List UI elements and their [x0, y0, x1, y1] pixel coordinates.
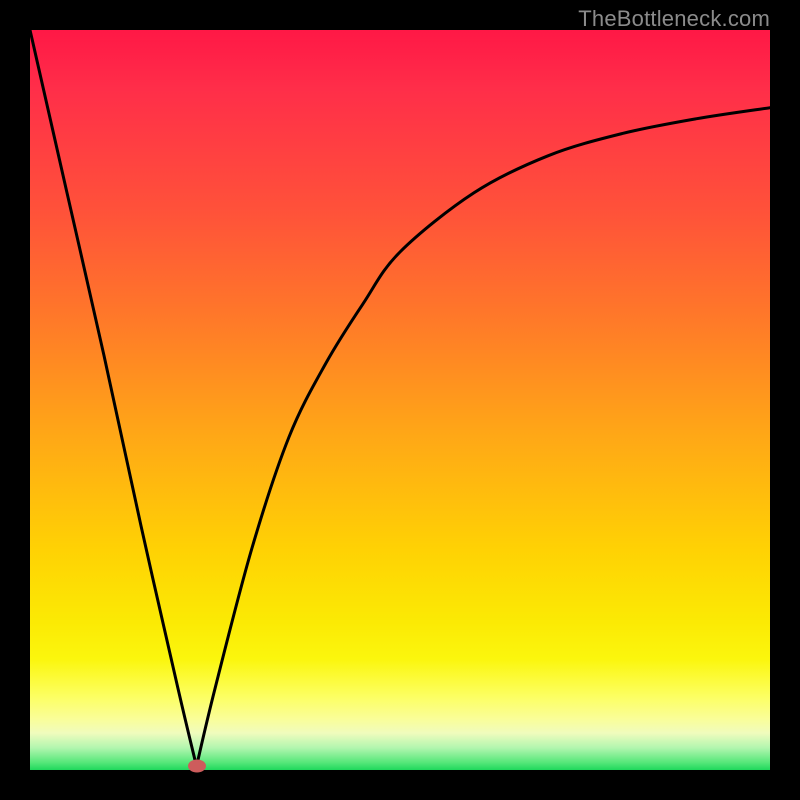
optimum-marker [188, 760, 206, 773]
attribution-label: TheBottleneck.com [578, 6, 770, 32]
bottleneck-curve [30, 30, 770, 770]
plot-area [30, 30, 770, 770]
chart-container: TheBottleneck.com [0, 0, 800, 800]
